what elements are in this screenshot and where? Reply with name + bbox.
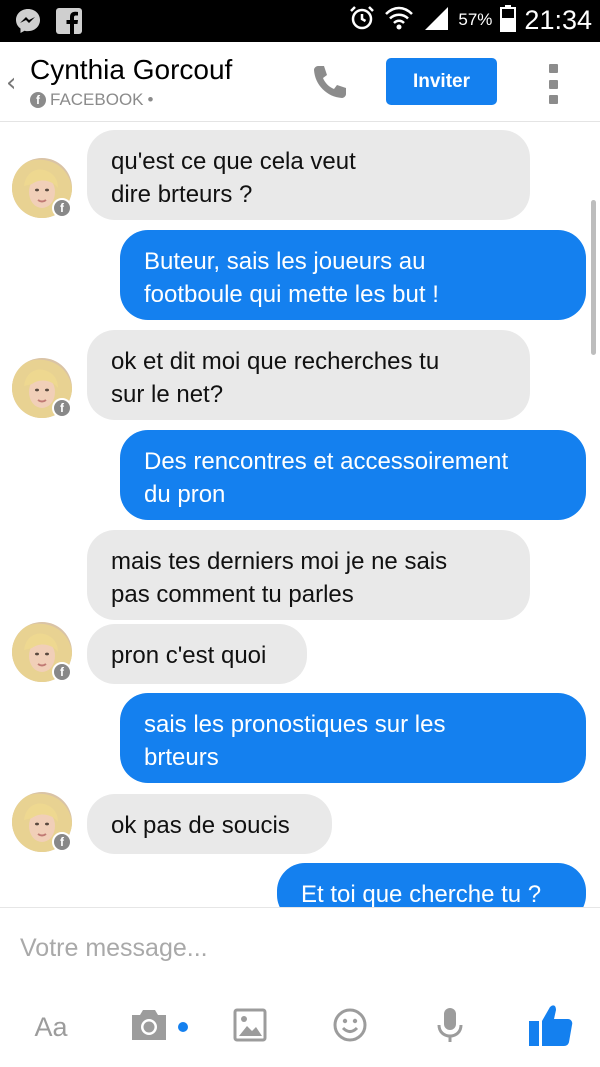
message-bubble-incoming[interactable]: ok et dit moi que recherches tu sur le n… xyxy=(87,330,530,420)
alarm-icon xyxy=(348,4,376,36)
phone-icon[interactable] xyxy=(310,62,350,106)
message-bubble-outgoing[interactable]: Et toi que cherche tu ? xyxy=(277,863,586,907)
contact-name[interactable]: Cynthia Gorcouf xyxy=(30,54,232,86)
avatar[interactable]: f xyxy=(12,622,72,682)
facebook-badge-icon: f xyxy=(52,398,72,418)
emoji-button[interactable] xyxy=(330,1002,370,1052)
more-options-icon[interactable] xyxy=(546,64,560,104)
camera-icon xyxy=(128,1005,192,1049)
message-bubble-incoming[interactable]: mais tes derniers moi je ne sais pas com… xyxy=(87,530,530,620)
emoji-icon xyxy=(332,1007,368,1047)
facebook-badge-icon: f xyxy=(52,662,72,682)
microphone-button[interactable] xyxy=(432,1002,468,1052)
clock: 21:34 xyxy=(524,4,592,35)
message-list[interactable]: f qu'est ce que cela veut dire brteurs ?… xyxy=(0,122,600,907)
avatar[interactable]: f xyxy=(12,792,72,852)
camera-button[interactable] xyxy=(128,1002,192,1052)
message-bubble-incoming[interactable]: ok pas de soucis xyxy=(87,794,332,854)
message-bubble-outgoing[interactable]: Buteur, sais les joueurs au footboule qu… xyxy=(120,230,586,320)
text-format-button[interactable]: Aa xyxy=(28,1002,74,1052)
facebook-icon xyxy=(56,8,82,38)
wifi-icon xyxy=(384,4,414,36)
contact-source: f FACEBOOK • xyxy=(30,90,153,110)
facebook-small-icon: f xyxy=(30,92,46,108)
messenger-icon xyxy=(14,7,42,39)
conversation-header: ‹ Cynthia Gorcouf f FACEBOOK • Inviter xyxy=(0,42,600,122)
battery-percent: 57% xyxy=(458,10,493,29)
avatar[interactable]: f xyxy=(12,358,72,418)
message-bubble-outgoing[interactable]: Des rencontres et accessoirement du pron xyxy=(120,430,586,520)
composer-toolbar: Aa xyxy=(0,1002,600,1052)
gallery-icon xyxy=(232,1007,268,1047)
thumbs-up-icon xyxy=(526,1001,574,1053)
microphone-icon xyxy=(435,1005,465,1049)
message-input[interactable] xyxy=(20,928,580,968)
invite-button[interactable]: Inviter xyxy=(386,58,497,105)
scrollbar[interactable] xyxy=(591,200,596,355)
text-format-label: Aa xyxy=(34,1011,68,1042)
back-chevron-icon[interactable]: ‹ xyxy=(6,68,16,98)
message-bubble-outgoing[interactable]: sais les pronostiques sur les brteurs xyxy=(120,693,586,783)
message-bubble-incoming[interactable]: qu'est ce que cela veut dire brteurs ? xyxy=(87,130,530,220)
facebook-badge-icon: f xyxy=(52,832,72,852)
message-bubble-incoming[interactable]: pron c'est quoi xyxy=(87,624,307,684)
facebook-badge-icon: f xyxy=(52,198,72,218)
battery-icon xyxy=(500,4,517,36)
signal-icon xyxy=(422,4,450,36)
status-bar: 57% 21:34 xyxy=(0,0,600,42)
avatar[interactable]: f xyxy=(12,158,72,218)
composer: Aa xyxy=(0,907,600,1067)
separator-dot: • xyxy=(147,90,154,109)
source-label: FACEBOOK xyxy=(50,90,144,109)
gallery-button[interactable] xyxy=(230,1002,270,1052)
like-button[interactable] xyxy=(524,1002,576,1052)
